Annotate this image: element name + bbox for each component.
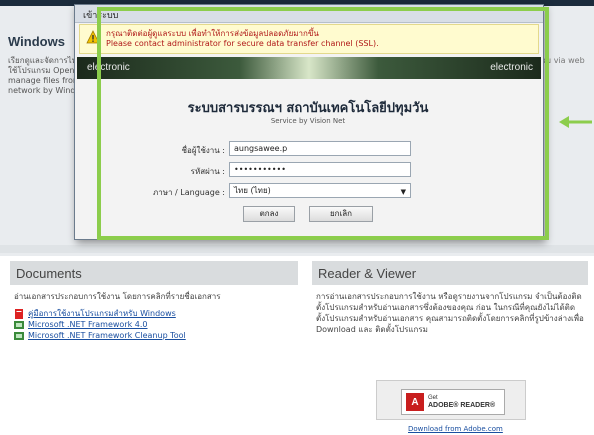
- adobe-logo-icon: A: [406, 393, 424, 411]
- badge-get: Get: [428, 394, 438, 401]
- adobe-download-area: A Get ADOBE® READER®: [376, 380, 526, 420]
- doc-link-dotnet[interactable]: Microsoft .NET Framework 4.0: [14, 319, 294, 330]
- adobe-reader-badge[interactable]: A Get ADOBE® READER®: [401, 389, 505, 415]
- reader-section: Reader & Viewer การอ่านเอกสารประกอบการใช…: [312, 261, 588, 341]
- documents-section: Documents อ่านเอกสารประกอบการใช้งาน โดยก…: [10, 261, 298, 347]
- adobe-download-link[interactable]: Download from Adobe.com: [408, 425, 503, 433]
- doc-link-label[interactable]: Microsoft .NET Framework 4.0: [28, 319, 148, 330]
- badge-name: ADOBE® READER®: [428, 401, 496, 409]
- doc-link-label[interactable]: Microsoft .NET Framework Cleanup Tool: [28, 330, 186, 341]
- documents-intro: อ่านเอกสารประกอบการใช้งาน โดยการคลิกที่ร…: [14, 292, 221, 301]
- section-divider: [0, 245, 594, 253]
- reader-heading: Reader & Viewer: [312, 261, 588, 285]
- windows-heading: Windows: [8, 34, 65, 49]
- doc-link-label[interactable]: คู่มือการใช้งานโปรแกรมสำหรับ Windows: [28, 308, 176, 319]
- doc-link-manual[interactable]: คู่มือการใช้งานโปรแกรมสำหรับ Windows: [14, 308, 294, 319]
- installer-icon: [14, 331, 24, 340]
- highlight-frame: [97, 7, 549, 240]
- reader-text: การอ่านเอกสารประกอบการใช้งาน หรือดูรายงา…: [316, 292, 584, 334]
- pdf-icon: [15, 308, 23, 319]
- doc-link-cleanup[interactable]: Microsoft .NET Framework Cleanup Tool: [14, 330, 294, 341]
- documents-heading: Documents: [10, 261, 298, 285]
- arrow-left-icon: [559, 116, 592, 128]
- installer-icon: [14, 320, 24, 329]
